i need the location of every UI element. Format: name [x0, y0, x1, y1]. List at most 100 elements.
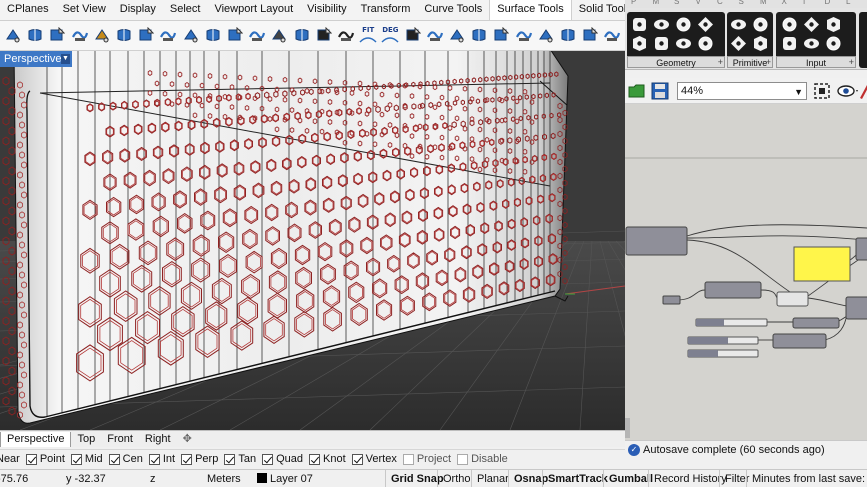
zoom-select[interactable]: 44% ▼	[677, 82, 807, 100]
osnap-disable[interactable]: Disable	[457, 453, 508, 465]
gh-surface-icon[interactable]	[696, 34, 715, 53]
gh-component-small[interactable]	[662, 295, 681, 305]
osnap-knot-checkbox[interactable]	[309, 453, 320, 465]
gh-point-icon[interactable]	[630, 15, 649, 34]
status-pane-ortho[interactable]: Ortho	[437, 470, 476, 487]
menu-tab-solid-tools[interactable]: Solid Tools	[572, 3, 625, 20]
osnap-point[interactable]: Point	[25, 453, 65, 465]
osnap-project-checkbox[interactable]	[402, 453, 414, 465]
gh-category-6[interactable]: M	[760, 0, 767, 6]
surface-frame-button[interactable]	[490, 24, 512, 46]
osnap-quad-checkbox[interactable]	[262, 453, 274, 465]
gh-panel-yellow[interactable]	[793, 246, 851, 282]
trim-surface-button[interactable]	[535, 24, 557, 46]
current-layer[interactable]: Layer 07	[257, 473, 313, 485]
gh-toggle-icon[interactable]	[802, 15, 821, 34]
degree-button[interactable]: DEG	[379, 24, 401, 46]
osnap-knot[interactable]: Knot	[309, 453, 346, 465]
shrink-surface-button[interactable]	[468, 24, 490, 46]
menu-tab-cplanes[interactable]: CPlanes	[0, 3, 56, 20]
offset-surface-button[interactable]	[224, 24, 246, 46]
add-viewport-tab-icon[interactable]: ✥	[177, 432, 198, 447]
extrude-button[interactable]	[24, 24, 46, 46]
save-file-icon[interactable]	[651, 82, 669, 100]
gh-component-a[interactable]	[704, 281, 762, 299]
close-button[interactable]	[601, 24, 623, 46]
osnap-int-checkbox[interactable]	[148, 453, 160, 465]
gh-text-icon[interactable]	[751, 34, 770, 53]
sweep-button[interactable]	[69, 24, 91, 46]
edge-surface-button[interactable]	[202, 24, 224, 46]
isocurve-button[interactable]	[446, 24, 468, 46]
extend-surface-button[interactable]	[557, 24, 579, 46]
status-pane-minutes-from-last-save-1[interactable]: Minutes from last save: 1	[746, 470, 867, 487]
osnap-perp[interactable]: Perp	[181, 453, 218, 465]
viewport-tab-front[interactable]: Front	[101, 432, 139, 447]
osnap-vertex[interactable]: Vertex	[351, 453, 397, 465]
control-points-button[interactable]	[424, 24, 446, 46]
untrim-button[interactable]	[579, 24, 601, 46]
gh-panel-icon[interactable]	[824, 15, 843, 34]
gh-button-icon[interactable]	[802, 34, 821, 53]
osnap-perp-checkbox[interactable]	[181, 453, 193, 465]
osnap-point-checkbox[interactable]	[25, 453, 37, 465]
rail-revolve-button[interactable]	[180, 24, 202, 46]
gh-category-8[interactable]: I	[803, 0, 805, 6]
menu-tab-visibility[interactable]: Visibility	[300, 3, 354, 20]
gh-component-c[interactable]	[792, 317, 840, 329]
menu-tab-viewport-layout[interactable]: Viewport Layout	[207, 3, 300, 20]
gh-component-surface[interactable]	[625, 226, 688, 256]
gh-category-4[interactable]: C	[717, 0, 723, 6]
menu-tab-curve-tools[interactable]: Curve Tools	[417, 3, 489, 20]
gh-category-2[interactable]: S	[674, 0, 679, 6]
gh-domain-icon[interactable]	[729, 34, 748, 53]
loft-button[interactable]	[46, 24, 68, 46]
gh-color-icon[interactable]	[780, 34, 799, 53]
surface-analysis-button[interactable]	[335, 24, 357, 46]
fit-surface-button[interactable]: FIT	[357, 24, 379, 46]
osnap-disable-checkbox[interactable]	[457, 453, 469, 465]
osnap-mid[interactable]: Mid	[70, 453, 103, 465]
gh-arc-icon[interactable]	[696, 15, 715, 34]
gh-primitive-expand[interactable]: +	[766, 57, 771, 67]
split-surface-button[interactable]	[513, 24, 535, 46]
gh-number-icon[interactable]	[729, 15, 748, 34]
osnap-cen[interactable]: Cen	[108, 453, 143, 465]
osnap-quad[interactable]: Quad	[262, 453, 303, 465]
gh-curve-icon[interactable]	[674, 15, 693, 34]
gh-scrollbar[interactable]	[625, 418, 630, 438]
gh-line-icon[interactable]	[652, 34, 671, 53]
gh-geometry-expand[interactable]: +	[718, 57, 723, 67]
osnap-tan[interactable]: Tan	[224, 453, 256, 465]
gh-category-9[interactable]: D	[825, 0, 831, 6]
gh-category-7[interactable]: X	[782, 0, 787, 6]
gh-category-0[interactable]: P	[631, 0, 636, 6]
gh-input-expand[interactable]: +	[849, 57, 854, 67]
zoom-extents-icon[interactable]	[813, 82, 833, 100]
preview-eye-icon[interactable]	[837, 83, 859, 99]
gh-param-b[interactable]	[776, 291, 809, 307]
menu-tab-surface-tools[interactable]: Surface Tools	[489, 0, 572, 20]
viewport-tab-right[interactable]: Right	[139, 432, 177, 447]
sketch-pen-icon[interactable]	[858, 82, 867, 100]
gh-category-10[interactable]: L	[846, 0, 850, 6]
match-surface-button[interactable]	[246, 24, 268, 46]
gh-component-d[interactable]	[772, 333, 827, 349]
gh-category-3[interactable]: V	[696, 0, 701, 6]
osnap-tan-checkbox[interactable]	[224, 453, 236, 465]
perspective-viewport[interactable]	[0, 51, 625, 430]
osnap-mid-checkbox[interactable]	[70, 453, 82, 465]
viewport-tab-top[interactable]: Top	[71, 432, 101, 447]
gh-integer-icon[interactable]	[751, 15, 770, 34]
viewport-tab-perspective[interactable]: Perspective	[0, 431, 72, 447]
viewport-title[interactable]: Perspective ▼	[0, 51, 72, 67]
osnap-project[interactable]: Project	[402, 453, 451, 465]
fillet-surface-button[interactable]	[291, 24, 313, 46]
patch-button[interactable]	[135, 24, 157, 46]
gh-canvas[interactable]	[625, 104, 867, 440]
viewport-menu-arrow-icon[interactable]: ▼	[61, 54, 70, 64]
menu-tab-select[interactable]: Select	[163, 3, 208, 20]
unroll-button[interactable]	[313, 24, 335, 46]
gh-vector-icon[interactable]	[630, 34, 649, 53]
osnap-vertex-checkbox[interactable]	[351, 453, 363, 465]
